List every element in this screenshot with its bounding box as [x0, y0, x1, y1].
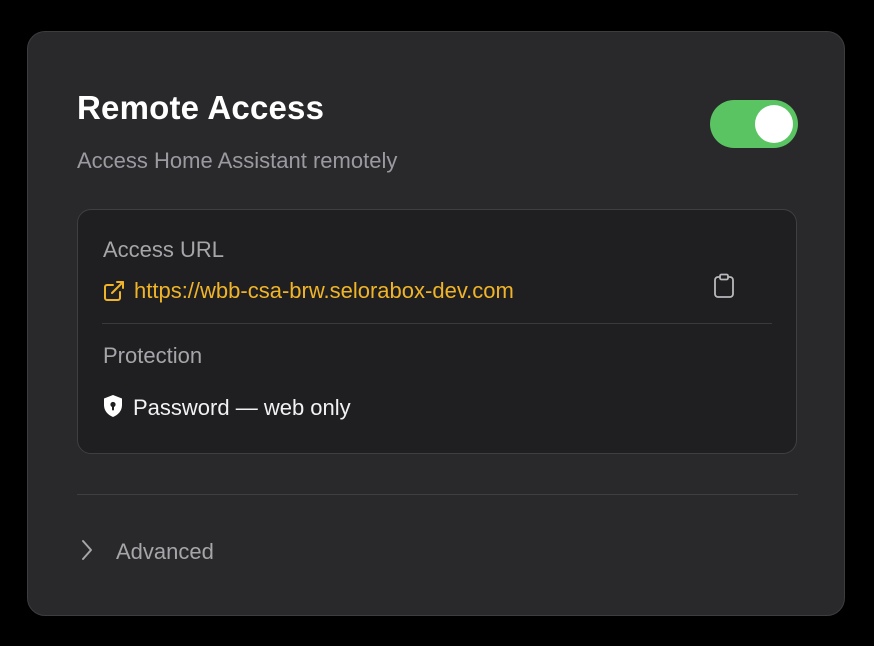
remote-access-card: Remote Access Access Home Assistant remo… [27, 31, 845, 616]
section-divider [77, 494, 798, 495]
details-divider [102, 323, 772, 324]
protection-value-row: Password — web only [102, 393, 351, 423]
card-subtitle: Access Home Assistant remotely [77, 148, 398, 173]
protection-value: Password — web only [133, 395, 351, 420]
access-url-text: https://wbb-csa-brw.selorabox-dev.com [134, 278, 514, 303]
access-url-link[interactable]: https://wbb-csa-brw.selorabox-dev.com [102, 276, 514, 306]
remote-access-toggle[interactable] [710, 100, 798, 148]
copy-url-button[interactable] [711, 273, 737, 304]
chevron-right-icon [80, 539, 94, 566]
clipboard-icon [712, 273, 736, 304]
shield-lock-icon [102, 394, 124, 423]
card-title: Remote Access [77, 89, 325, 126]
details-panel: Access URL https://wbb-csa-brw.selorabox… [77, 209, 797, 454]
external-link-icon [102, 279, 126, 303]
toggle-knob [755, 105, 793, 143]
advanced-expander[interactable]: Advanced [80, 537, 214, 567]
protection-label: Protection [103, 343, 203, 368]
advanced-label: Advanced [116, 539, 214, 564]
access-url-label: Access URL [103, 237, 225, 262]
